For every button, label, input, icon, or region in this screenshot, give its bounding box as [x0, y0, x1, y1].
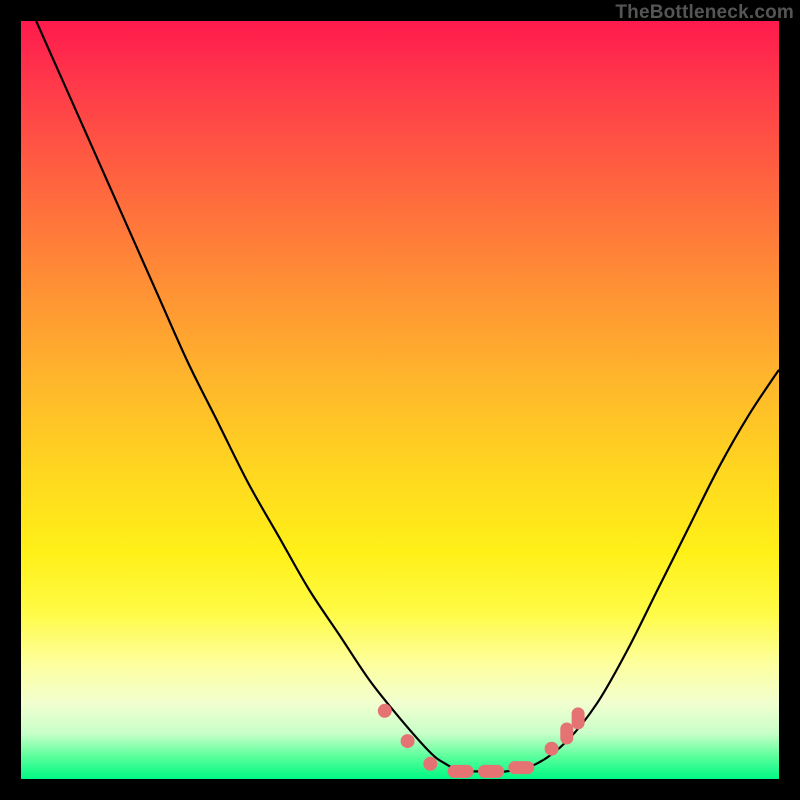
bottleneck-curve	[36, 21, 779, 772]
curve-marker	[545, 742, 559, 756]
curve-marker	[572, 707, 585, 729]
curve-marker	[560, 723, 573, 745]
curve-marker	[378, 704, 392, 718]
curve-markers	[378, 704, 585, 778]
curve-marker	[401, 734, 415, 748]
chart-frame: TheBottleneck.com	[0, 0, 800, 800]
curve-marker	[478, 765, 504, 778]
curve-marker	[508, 761, 534, 774]
chart-plot-area	[21, 21, 779, 779]
attribution-text: TheBottleneck.com	[615, 2, 794, 24]
chart-svg	[21, 21, 779, 779]
curve-marker	[423, 757, 437, 771]
curve-marker	[448, 765, 474, 778]
